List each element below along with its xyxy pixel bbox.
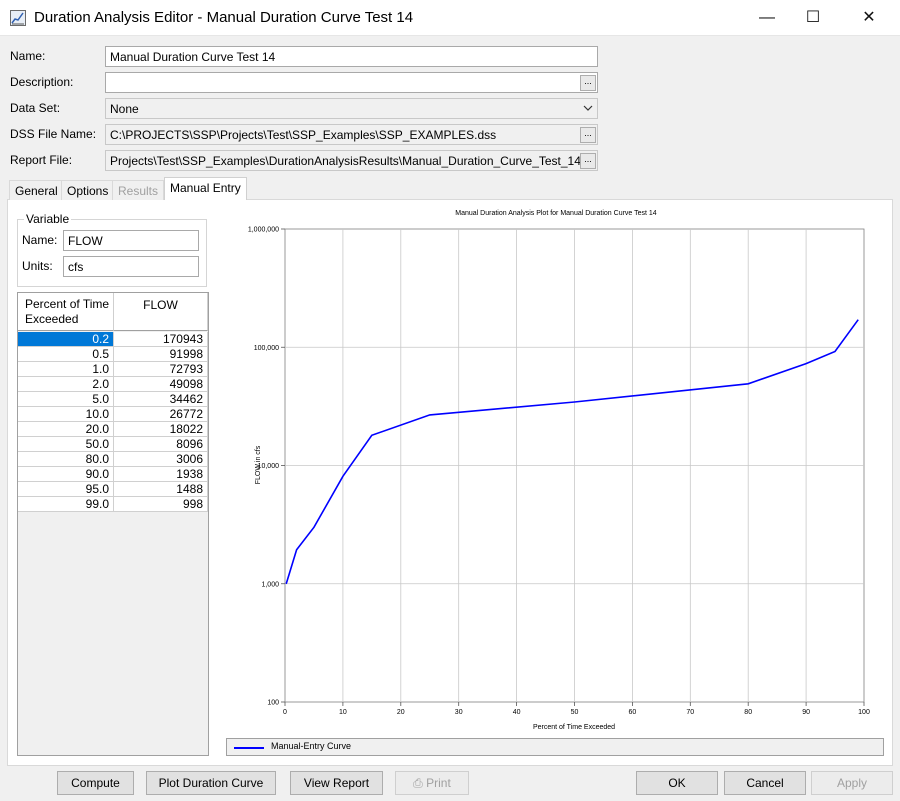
table-row[interactable]: 0.5 91998 [18,347,208,362]
tab-manual-entry[interactable]: Manual Entry [164,177,247,200]
plot-duration-curve-button[interactable]: Plot Duration Curve [146,771,276,795]
view-report-button[interactable]: View Report [290,771,383,795]
app-icon [10,10,26,26]
x-tick-label: 10 [339,709,347,716]
manual-entry-table: Percent of Time Exceeded FLOW 0.2 170943 0… [17,292,209,756]
column-header-flow[interactable]: FLOW [114,293,208,331]
close-button[interactable]: ✕ [846,0,892,36]
chart-title: Manual Duration Analysis Plot for Manual… [455,210,657,217]
percent-cell[interactable]: 10.0 [18,407,114,422]
flow-cell[interactable]: 34462 [114,392,208,407]
description-label: Description: [10,75,74,89]
x-tick-label: 50 [571,709,579,716]
variable-units-label: Units: [22,259,53,273]
dataset-select[interactable]: None [105,98,598,119]
x-tick-label: 90 [802,709,810,716]
minimize-button[interactable]: — [744,0,790,36]
table-row[interactable]: 5.0 34462 [18,392,208,407]
x-tick-label: 70 [686,709,694,716]
variable-name-label: Name: [22,233,58,247]
table-row[interactable]: 10.0 26772 [18,407,208,422]
x-tick-label: 0 [283,709,287,716]
percent-cell[interactable]: 90.0 [18,467,114,482]
report-file-field[interactable]: Projects\Test\SSP_Examples\DurationAnaly… [105,150,598,171]
x-tick-label: 80 [744,709,752,716]
printer-icon: ⎙ [413,776,423,790]
x-tick-label: 100 [858,709,870,716]
flow-cell[interactable]: 18022 [114,422,208,437]
description-browse-button[interactable]: ... [580,75,596,91]
percent-cell[interactable]: 50.0 [18,437,114,452]
report-file-label: Report File: [10,153,73,167]
table-row[interactable]: 50.0 8096 [18,437,208,452]
print-button: ⎙ Print [395,771,469,795]
flow-cell[interactable]: 26772 [114,407,208,422]
legend-line-swatch [234,747,264,749]
maximize-button[interactable]: ☐ [790,0,836,36]
variable-name-field[interactable]: FLOW [63,230,199,251]
legend-entry-manual-entry-curve: Manual-Entry Curve [271,741,352,751]
compute-button[interactable]: Compute [57,771,134,795]
x-tick-label: 40 [513,709,521,716]
tab-general[interactable]: General [9,180,64,200]
variable-group-title: Variable [24,212,72,226]
table-row[interactable]: 1.0 72793 [18,362,208,377]
cancel-button[interactable]: Cancel [724,771,806,795]
duration-chart: Manual Duration Analysis Plot for Manual… [226,202,892,732]
table-row[interactable]: 95.0 1488 [18,482,208,497]
table-row[interactable]: 99.0 998 [18,497,208,512]
dataset-value: None [110,102,139,116]
ok-button[interactable]: OK [636,771,718,795]
percent-cell[interactable]: 2.0 [18,377,114,392]
x-tick-label: 60 [629,709,637,716]
table-row[interactable]: 2.0 49098 [18,377,208,392]
column-header-percent[interactable]: Percent of Time Exceeded [18,293,114,331]
tab-options[interactable]: Options [61,180,115,200]
name-label: Name: [10,49,46,63]
percent-cell[interactable]: 95.0 [18,482,114,497]
dss-file-label: DSS File Name: [10,127,97,141]
flow-cell[interactable]: 1488 [114,482,208,497]
table-row[interactable]: 0.2 170943 [18,332,208,347]
table-row[interactable]: 20.0 18022 [18,422,208,437]
window-title: Duration Analysis Editor - Manual Durati… [34,9,414,26]
percent-cell[interactable]: 0.2 [18,332,114,347]
flow-cell[interactable]: 998 [114,497,208,512]
y-tick-label: 100,000 [254,345,279,352]
flow-cell[interactable]: 8096 [114,437,208,452]
percent-cell[interactable]: 99.0 [18,497,114,512]
flow-cell[interactable]: 91998 [114,347,208,362]
percent-cell[interactable]: 80.0 [18,452,114,467]
x-tick-label: 30 [455,709,463,716]
apply-button: Apply [811,771,893,795]
flow-cell[interactable]: 72793 [114,362,208,377]
report-file-browse-button[interactable]: ... [580,153,596,169]
y-tick-label: 1,000,000 [248,227,279,234]
tab-results: Results [112,180,165,200]
dss-file-field[interactable]: C:\PROJECTS\SSP\Projects\Test\SSP_Exampl… [105,124,598,145]
x-axis-label: Percent of Time Exceeded [533,724,615,731]
percent-cell[interactable]: 20.0 [18,422,114,437]
flow-cell[interactable]: 3006 [114,452,208,467]
description-field[interactable] [105,72,598,93]
percent-cell[interactable]: 0.5 [18,347,114,362]
percent-cell[interactable]: 5.0 [18,392,114,407]
y-tick-label: 1,000 [261,581,279,588]
chevron-down-icon[interactable] [582,101,594,115]
table-row[interactable]: 80.0 3006 [18,452,208,467]
y-axis-label: FLOW in cfs [255,445,262,484]
chart-legend: Manual-Entry Curve [226,738,884,756]
dss-file-browse-button[interactable]: ... [580,127,596,143]
flow-cell[interactable]: 49098 [114,377,208,392]
x-tick-label: 20 [397,709,405,716]
print-label: Print [426,776,451,790]
percent-cell[interactable]: 1.0 [18,362,114,377]
table-row[interactable]: 90.0 1938 [18,467,208,482]
name-field[interactable]: Manual Duration Curve Test 14 [105,46,598,67]
dataset-label: Data Set: [10,101,61,115]
flow-cell[interactable]: 1938 [114,467,208,482]
y-tick-label: 100 [267,700,279,707]
flow-cell[interactable]: 170943 [114,332,208,347]
variable-units-field[interactable]: cfs [63,256,199,277]
